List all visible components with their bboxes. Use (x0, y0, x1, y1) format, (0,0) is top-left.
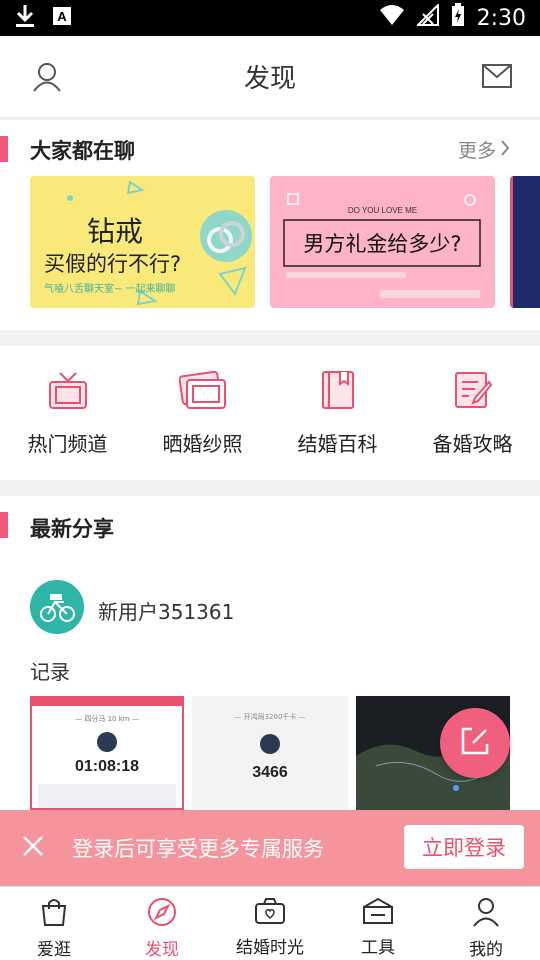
bottom-tab-bar: 爱逛 发现 结婚时光 工具 我的 (0, 886, 540, 960)
login-message: 登录后可享受更多专属服务 (72, 837, 324, 861)
banner-diamond-tagline: 气嗑八舌聊天室~ 一起来聊聊 (44, 284, 176, 295)
top-header: 发现 (0, 36, 540, 118)
thumb-cal-caption: — 开鸿局3200千卡 — (234, 713, 306, 721)
post-thumb-calories[interactable]: — 开鸿局3200千卡 — 3466 (192, 696, 348, 810)
category-label: 备婚攻略 (432, 432, 513, 456)
thumb-header-band (32, 698, 182, 706)
font-notification-icon: A (52, 6, 72, 30)
chevron-right-icon (500, 139, 510, 161)
section-accent-bar (0, 136, 8, 162)
more-link[interactable]: 更多 (458, 136, 510, 163)
battery-icon (451, 3, 465, 33)
thumb-run-caption: — 四分马 10 km — (75, 715, 139, 723)
tab-profile[interactable]: 我的 (432, 887, 540, 960)
tv-icon (48, 372, 88, 414)
status-bar: A 2:30 (0, 0, 540, 36)
svg-text:A: A (57, 9, 67, 24)
tab-tools[interactable]: 工具 (324, 887, 432, 960)
compose-button[interactable] (440, 708, 510, 778)
banner-small-caps: DO YOU LOVE ME (347, 206, 418, 215)
mail-icon[interactable] (482, 64, 512, 92)
user-icon (472, 897, 500, 931)
category-wedding-encyclopedia[interactable]: 结婚百科 (270, 370, 405, 457)
shopping-bag-icon (40, 897, 68, 931)
tab-label: 工具 (361, 938, 395, 958)
banner-diamond-line1: 钻戒 (86, 215, 143, 248)
category-hot-channel[interactable]: 热门频道 (0, 370, 135, 457)
thumb-run-avatar (97, 732, 117, 752)
thumb-run-table (38, 784, 176, 808)
close-icon[interactable] (22, 835, 44, 861)
tab-label: 结婚时光 (236, 938, 304, 958)
login-button[interactable]: 立即登录 (404, 825, 524, 869)
tab-label: 我的 (469, 940, 503, 960)
post-text: 记录 (30, 660, 70, 684)
banner-diamond-ring[interactable]: 钻戒 买假的行不行? 气嗑八舌聊天室~ 一起来聊聊 (30, 176, 255, 308)
category-wedding-photos[interactable]: 晒婚纱照 (135, 370, 270, 457)
category-label: 热门频道 (27, 432, 108, 456)
more-label: 更多 (457, 140, 496, 162)
page-title: 发现 (243, 64, 296, 94)
download-icon (14, 3, 36, 33)
thumb-cal-avatar (260, 734, 280, 754)
category-label: 晒婚纱照 (162, 432, 243, 456)
wifi-icon (379, 4, 405, 32)
user-profile-icon[interactable] (32, 62, 62, 96)
thumb-run-time: 01:08:18 (74, 758, 140, 775)
bicycle-icon (40, 594, 75, 622)
avatar[interactable] (30, 580, 84, 634)
tab-label: 爱逛 (37, 940, 71, 960)
tab-discover[interactable]: 发现 (108, 887, 216, 960)
chat-section-title: 大家都在聊 (30, 139, 135, 163)
signal-icon (415, 2, 439, 32)
latest-section-title: 最新分享 (30, 517, 114, 541)
camera-icon (254, 897, 286, 929)
banner-peek[interactable] (510, 176, 540, 308)
tab-shopping[interactable]: 爱逛 (0, 887, 108, 960)
tab-wedding-time[interactable]: 结婚时光 (216, 887, 324, 960)
username[interactable]: 新用户351361 (98, 596, 234, 625)
book-icon (320, 371, 356, 414)
compass-icon (147, 897, 177, 931)
post-thumb-run[interactable]: — 四分马 10 km — 01:08:18 (30, 696, 184, 810)
tab-label: 发现 (145, 940, 179, 960)
toolbox-icon (362, 897, 394, 929)
banner-peek-accent (510, 176, 513, 308)
banner-diamond-line2: 买假的行不行? (44, 252, 182, 276)
clock-time: 2:30 (476, 5, 526, 31)
photo-icon (178, 370, 227, 414)
category-label: 结婚百科 (297, 432, 378, 456)
thumb-cal-value: 3466 (252, 764, 288, 781)
edit-icon (460, 726, 490, 760)
section-accent-bar (0, 512, 8, 538)
category-wedding-guide[interactable]: 备婚攻略 (405, 370, 540, 457)
login-prompt-bar: 登录后可享受更多专属服务 立即登录 (0, 810, 540, 886)
notepad-icon (453, 372, 493, 414)
banner-gift-main: 男方礼金给多少? (303, 232, 462, 256)
banner-gift-money[interactable]: DO YOU LOVE ME 男方礼金给多少? (270, 176, 495, 308)
